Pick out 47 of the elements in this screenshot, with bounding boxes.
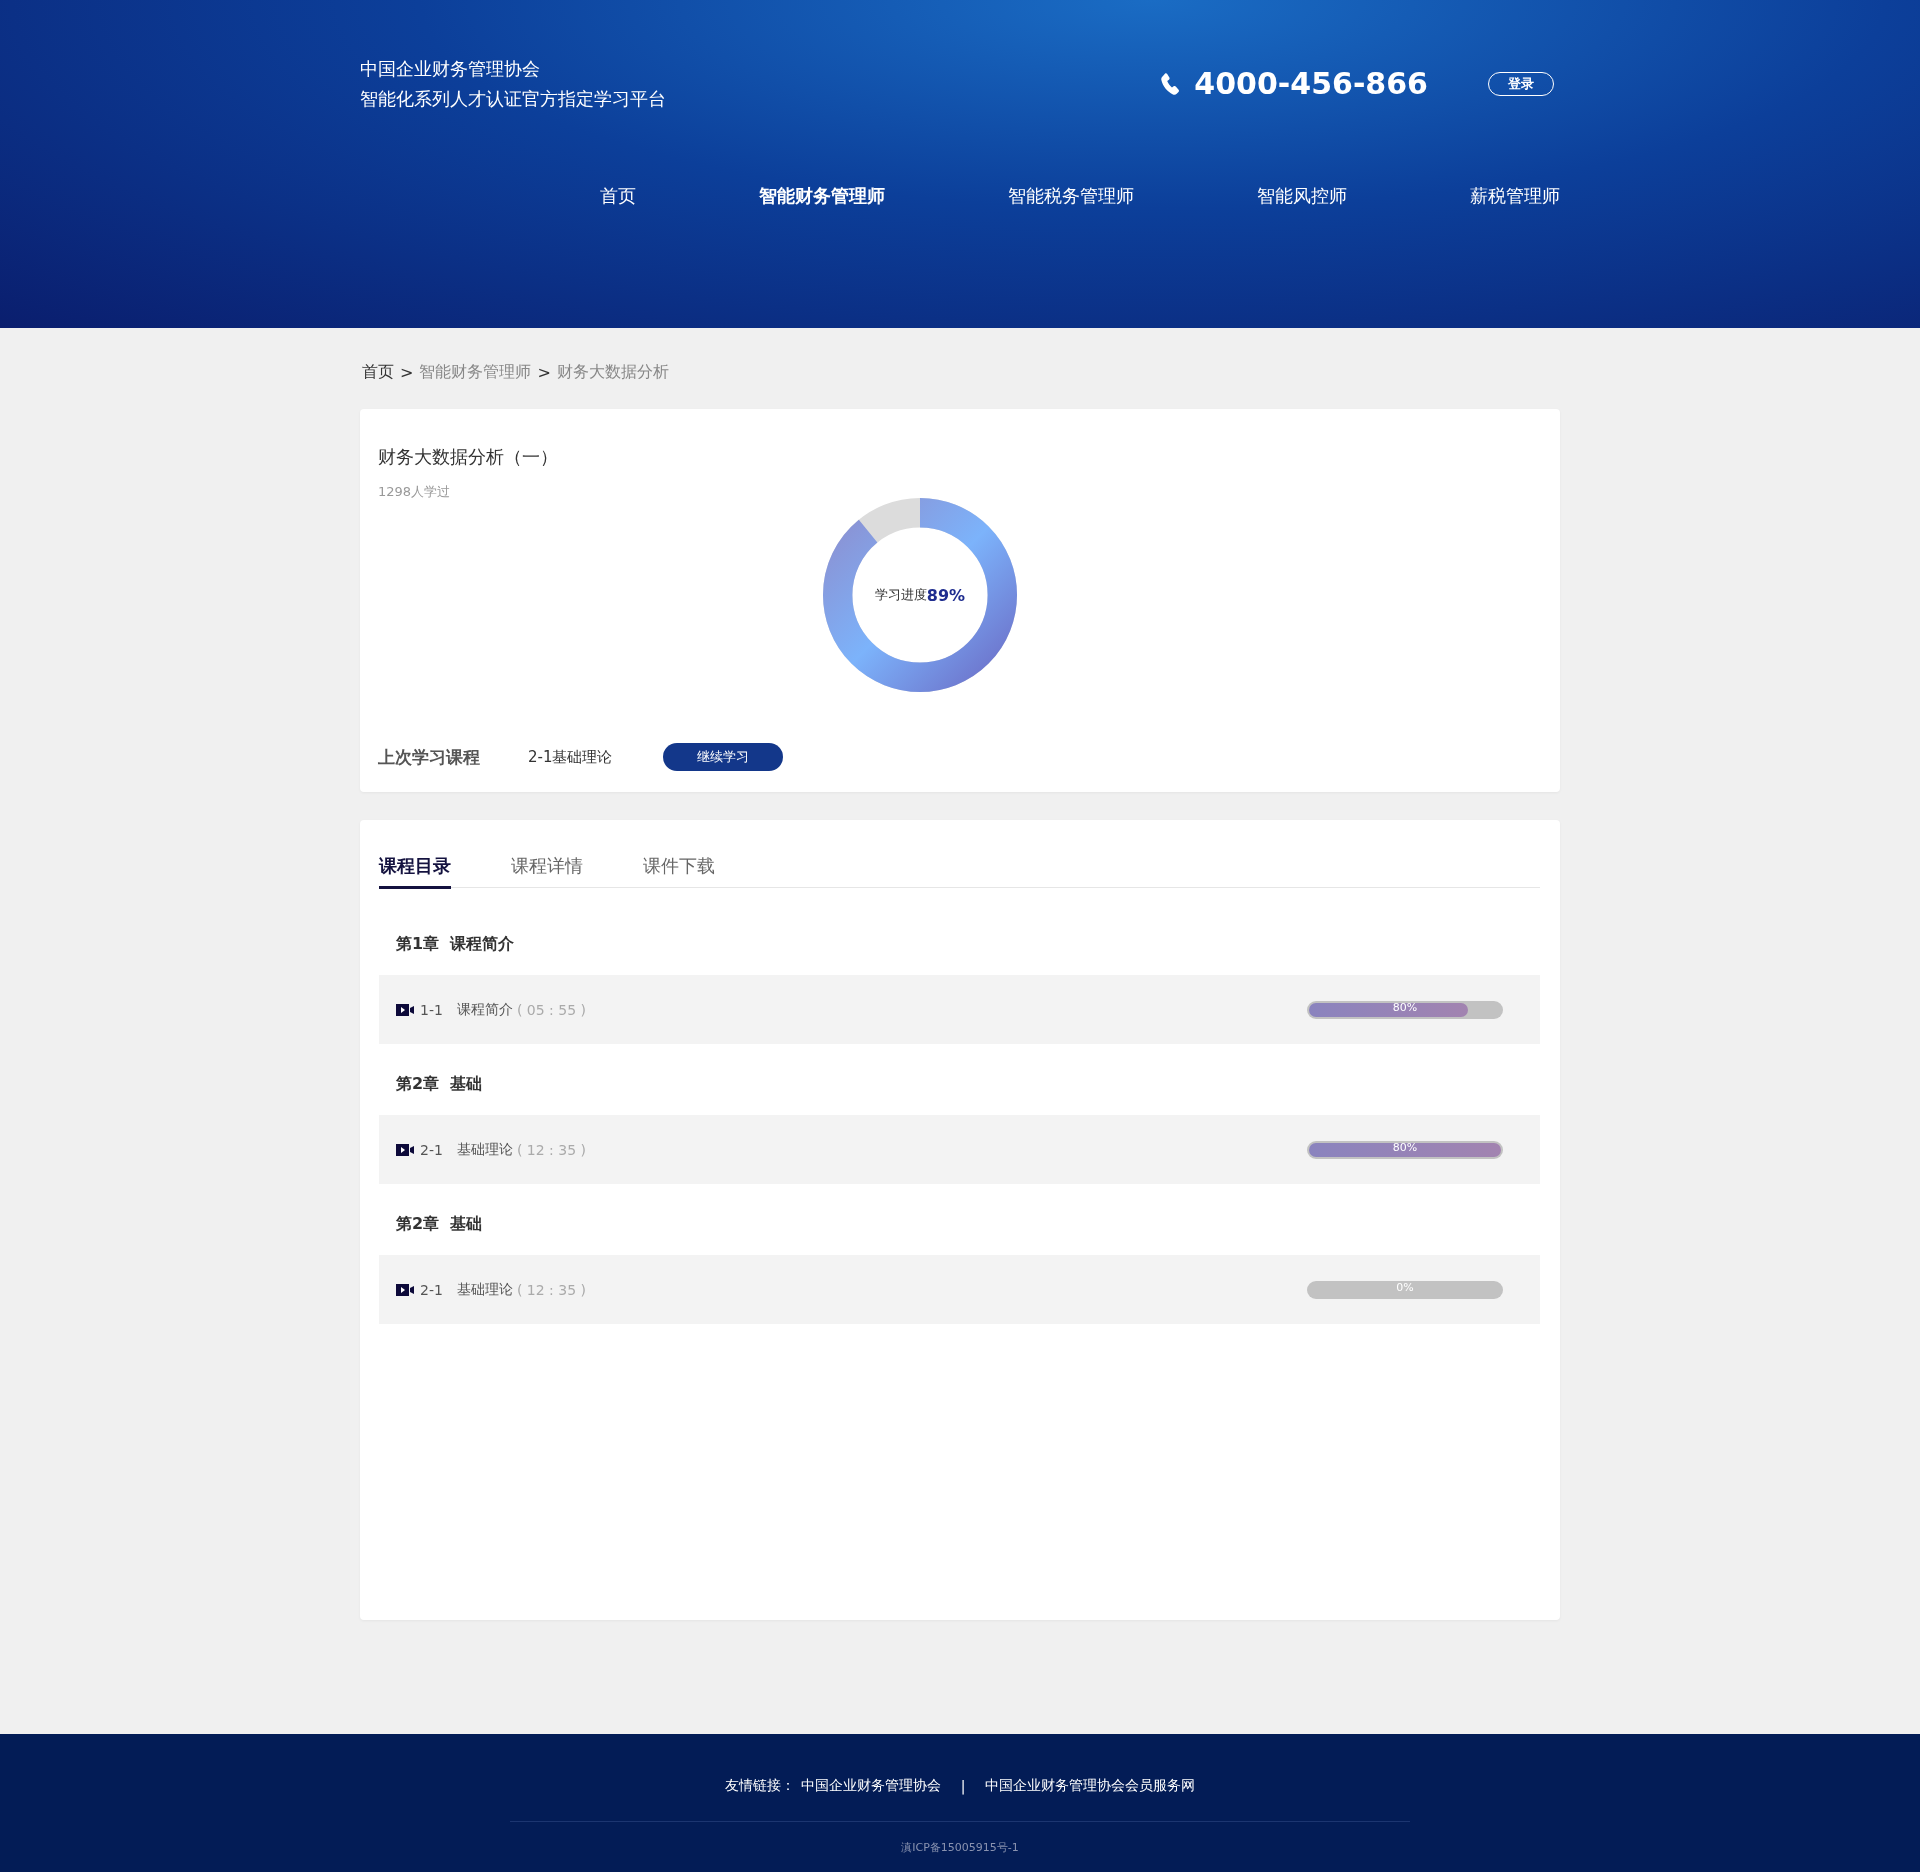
lesson-duration: ( 12 : 35 ) xyxy=(516,1141,586,1158)
chapter-title: 第2章 基础 xyxy=(395,1213,484,1235)
nav-link[interactable]: 智能税务管理师 xyxy=(1008,184,1134,208)
tab[interactable]: 课程详情 xyxy=(511,854,583,889)
learner-count: 1298人学过 xyxy=(378,483,452,501)
lesson-title: 课程简介 xyxy=(456,1000,513,1019)
org-tagline: 中国企业财务管理协会 xyxy=(360,57,541,81)
lesson-duration: ( 05 : 55 ) xyxy=(516,1001,586,1018)
lesson-row[interactable]: 2-1 基础理论 ( 12 : 35 ) 0% xyxy=(379,1255,1540,1324)
lesson-row[interactable]: 2-1 基础理论 ( 12 : 35 ) 80% xyxy=(379,1115,1540,1184)
links-label: 友情链接： xyxy=(724,1777,795,1795)
lesson-number: 2-1 xyxy=(420,1141,443,1158)
last-lesson-label: 上次学习课程 xyxy=(378,745,481,769)
lesson-duration: ( 12 : 35 ) xyxy=(516,1281,586,1298)
progress-percent: 80% xyxy=(1391,1140,1419,1156)
video-icon xyxy=(396,1143,414,1156)
breadcrumb-separator: > xyxy=(537,363,551,382)
lesson-number: 1-1 xyxy=(420,1001,443,1018)
nav-link[interactable]: 薪税管理师 xyxy=(1470,184,1560,208)
lesson-title: 基础理论 xyxy=(456,1280,513,1299)
nav-link[interactable]: 首页 xyxy=(600,184,636,208)
continue-button[interactable]: 继续学习 xyxy=(663,743,783,771)
video-icon xyxy=(396,1283,414,1296)
lesson-row[interactable]: 1-1 课程简介 ( 05 : 55 ) 80% xyxy=(379,975,1540,1044)
lesson-title: 基础理论 xyxy=(456,1140,513,1159)
last-lesson-name: 2-1基础理论 xyxy=(528,747,614,767)
footer-link[interactable]: 中国企业财务管理协会会员服务网 xyxy=(985,1777,1196,1795)
chapter-title: 第2章 基础 xyxy=(395,1073,484,1095)
video-icon xyxy=(396,1003,414,1016)
chapter-title: 第1章 课程简介 xyxy=(395,933,516,955)
lesson-number: 2-1 xyxy=(420,1281,443,1298)
progress-percent: 0% xyxy=(1395,1280,1415,1296)
progress-percent: 80% xyxy=(1391,1000,1419,1016)
progress-value: 89% xyxy=(926,585,966,605)
icp-number: 滇ICP备15005915号-1 xyxy=(901,1840,1019,1855)
link-separator: | xyxy=(960,1778,966,1794)
footer-link[interactable]: 中国企业财务管理协会 xyxy=(800,1777,941,1795)
phone-number: 4000-456-866 xyxy=(1194,66,1428,101)
tab[interactable]: 课程目录 xyxy=(379,854,451,889)
course-title: 财务大数据分析（一） xyxy=(378,445,559,469)
breadcrumb-link[interactable]: 首页 xyxy=(362,362,394,383)
tab[interactable]: 课件下载 xyxy=(643,854,715,889)
org-tagline: 智能化系列人才认证官方指定学习平台 xyxy=(360,87,666,111)
progress-label: 学习进度 xyxy=(874,586,927,604)
nav-link[interactable]: 智能财务管理师 xyxy=(759,184,885,208)
breadcrumb-separator: > xyxy=(400,363,414,382)
nav-link[interactable]: 智能风控师 xyxy=(1257,184,1347,208)
